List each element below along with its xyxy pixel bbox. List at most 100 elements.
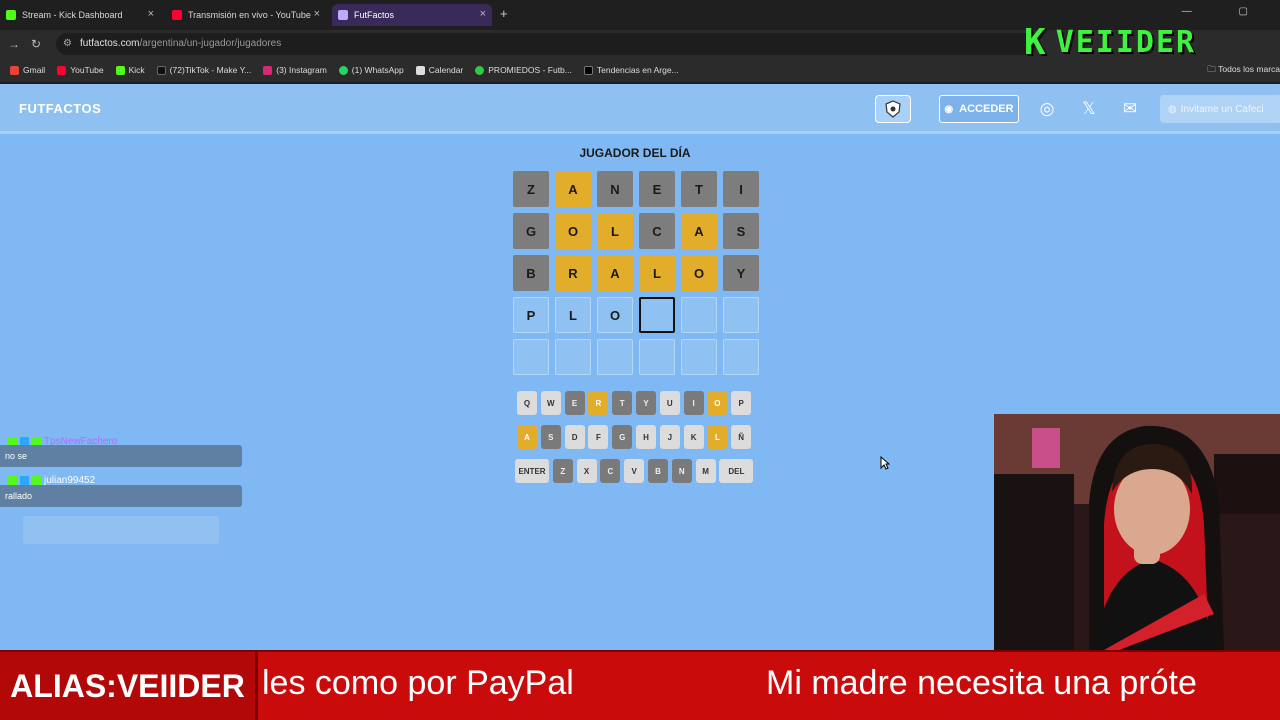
key-x[interactable]: X — [576, 459, 597, 483]
grid-cell: S — [723, 213, 759, 249]
key-enter[interactable]: ENTER — [515, 459, 549, 483]
close-tab-icon[interactable]: × — [148, 8, 154, 20]
grid-cell — [513, 339, 549, 375]
all-bookmarks-label: Todos los marca — [1218, 64, 1280, 74]
grid-cell: C — [639, 213, 675, 249]
youtube-icon — [172, 10, 182, 20]
tab-kick-dashboard[interactable]: Stream - Kick Dashboard × — [0, 4, 160, 26]
key-e[interactable]: E — [564, 391, 585, 415]
streamer-logo-overlay: K VEIIDER — [1024, 22, 1254, 63]
reload-icon[interactable]: ↻ — [31, 37, 41, 51]
login-button[interactable]: ◉ ACCEDER — [939, 95, 1019, 123]
chat-message-text: no se — [5, 451, 28, 461]
key-a[interactable]: A — [517, 425, 537, 449]
close-tab-icon[interactable]: × — [314, 8, 320, 20]
new-tab-icon[interactable]: + — [500, 6, 508, 21]
key-del[interactable]: DEL — [719, 459, 754, 483]
key-n[interactable]: N — [671, 459, 692, 483]
league-shield-button[interactable] — [875, 95, 911, 123]
grid-cell: B — [513, 255, 549, 291]
cafecito-button[interactable]: ◍ Invitame un Cafeci — [1160, 95, 1280, 123]
bookmark-tiktok[interactable]: (72)TikTok - Make Y... — [156, 65, 252, 75]
key-o[interactable]: O — [707, 391, 728, 415]
key-m[interactable]: M — [695, 459, 716, 483]
streamer-webcam-image — [994, 414, 1280, 650]
cafecito-icon: ◍ — [1168, 103, 1177, 115]
tab-youtube[interactable]: Transmisión en vivo - YouTube × — [166, 4, 326, 26]
kick-icon — [115, 65, 125, 75]
bookmark-label: (72)TikTok - Make Y... — [169, 65, 252, 75]
instagram-icon[interactable]: ◎ — [1036, 98, 1058, 120]
webcam-feed — [994, 414, 1280, 650]
all-bookmarks[interactable]: 🗀 Todos los marca — [1207, 64, 1280, 78]
key-p[interactable]: P — [731, 391, 752, 415]
bookmark-gmail[interactable]: Gmail — [10, 65, 45, 75]
grid-cell: E — [639, 171, 675, 207]
ticker-text: les como por PayPal — [262, 664, 574, 702]
grid-cell: I — [723, 171, 759, 207]
chat-message: no se — [0, 445, 242, 467]
tab-title: FutFactos — [354, 10, 395, 20]
bookmark-youtube[interactable]: YouTube — [57, 65, 104, 75]
grid-cell — [681, 297, 717, 333]
bookmark-calendar[interactable]: Calendar — [415, 65, 464, 75]
fading-chat-message — [23, 516, 219, 544]
key-j[interactable]: J — [659, 425, 680, 449]
key-w[interactable]: W — [540, 391, 561, 415]
key-i[interactable]: I — [683, 391, 704, 415]
close-tab-icon[interactable]: × — [480, 8, 486, 20]
key-z[interactable]: Z — [552, 459, 573, 483]
shield-icon — [885, 100, 901, 118]
site-info-icon[interactable]: ⚙ — [63, 38, 72, 49]
tab-futfactos[interactable]: FutFactos × — [332, 4, 492, 26]
bookmark-promiedos[interactable]: PROMIEDOS - Futb... — [475, 65, 572, 75]
bookmark-label: (3) Instagram — [276, 65, 327, 75]
window-controls[interactable]: — ▢ — [1182, 6, 1270, 17]
gmail-icon — [10, 65, 19, 75]
key-h[interactable]: H — [636, 425, 656, 449]
key-y[interactable]: Y — [636, 391, 656, 415]
user-icon: ◉ — [944, 103, 954, 115]
bookmark-kick[interactable]: Kick — [115, 65, 145, 75]
url-text[interactable]: futfactos.com/argentina/un-jugador/jugad… — [80, 38, 281, 49]
key-f[interactable]: F — [588, 425, 609, 449]
key-b[interactable]: B — [648, 459, 668, 483]
key-r[interactable]: R — [588, 391, 609, 415]
x-icon — [583, 65, 593, 75]
chat-message: rallado — [0, 485, 242, 507]
bookmark-label: Gmail — [23, 65, 46, 75]
bookmark-label: Calendar — [428, 65, 464, 75]
mail-icon[interactable]: ✉ — [1119, 98, 1141, 120]
streamer-name-logo: VEIIDER — [1055, 24, 1197, 60]
bookmark-label: YouTube — [70, 65, 104, 75]
key-q[interactable]: Q — [517, 391, 537, 415]
kick-icon — [6, 10, 16, 20]
mouse-cursor-icon — [880, 456, 890, 470]
game-title: JUGADOR DEL DÍA — [579, 146, 691, 160]
tab-title: Transmisión en vivo - YouTube — [188, 10, 311, 20]
grid-cell: O — [681, 255, 717, 291]
url-path: /argentina/un-jugador/jugadores — [139, 38, 282, 49]
bookmark-label: (1) WhatsApp — [351, 65, 404, 75]
key-c[interactable]: C — [600, 459, 621, 483]
key-t[interactable]: T — [612, 391, 633, 415]
key-d[interactable]: D — [564, 425, 585, 449]
key-v[interactable]: V — [624, 459, 645, 483]
bookmark-whatsapp[interactable]: (1) WhatsApp — [338, 65, 404, 75]
key-l[interactable]: L — [707, 425, 728, 449]
key-s[interactable]: S — [540, 425, 561, 449]
bookmark-instagram[interactable]: (3) Instagram — [263, 65, 327, 75]
grid-cell: L — [639, 255, 675, 291]
forward-icon[interactable]: → — [8, 37, 20, 51]
key-ñ[interactable]: Ñ — [731, 425, 752, 449]
grid-cell: G — [513, 213, 549, 249]
key-g[interactable]: G — [612, 425, 633, 449]
bookmark-label: Tendencias en Arge... — [596, 65, 679, 75]
key-k[interactable]: K — [683, 425, 704, 449]
site-logo[interactable]: FUTFACTOS — [19, 101, 101, 116]
grid-cell: A — [681, 213, 717, 249]
bookmark-x-trends[interactable]: Tendencias en Arge... — [583, 65, 679, 75]
key-u[interactable]: U — [659, 391, 680, 415]
ticker-alias: ALIAS:VEIIDER — [0, 652, 258, 720]
x-icon[interactable]: 𝕏 — [1078, 98, 1100, 120]
